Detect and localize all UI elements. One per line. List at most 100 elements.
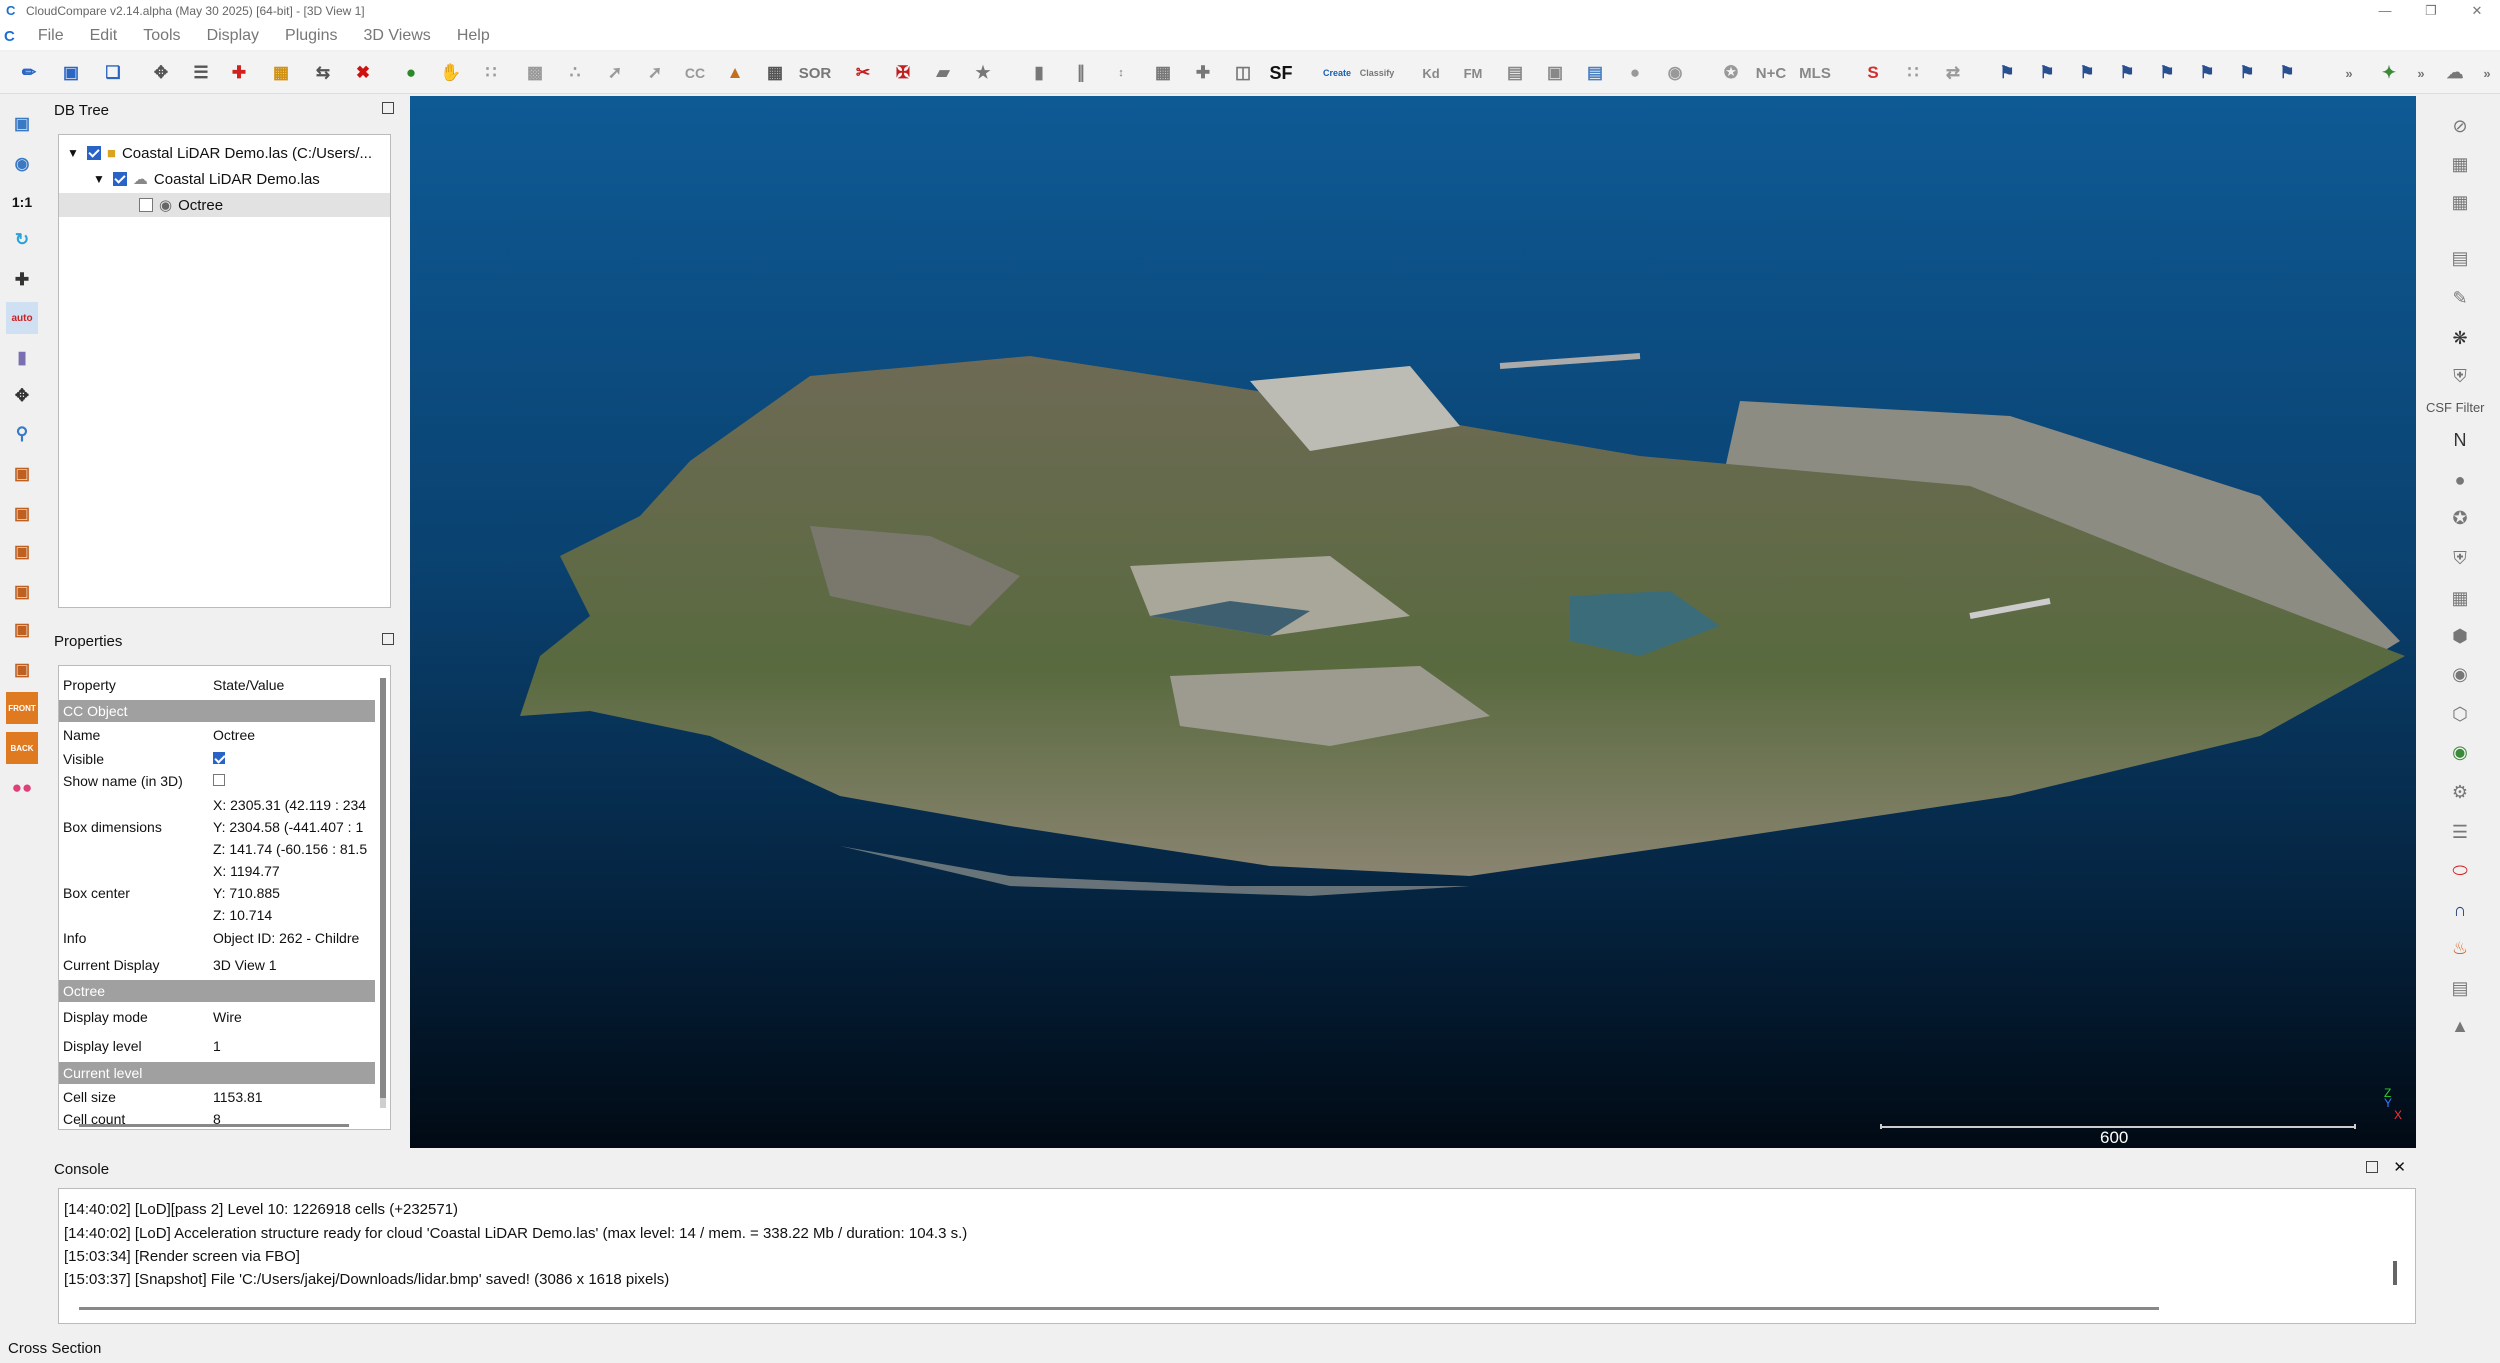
scissors-icon[interactable]: ✂ [848,58,878,88]
top-view-icon[interactable]: ▣ [6,458,38,490]
trees-icon[interactable]: ▲ [2444,1010,2476,1042]
python-icon-1[interactable]: ⚑ [1992,58,2022,88]
fm-button[interactable]: FM [1458,58,1488,88]
crosshair-icon[interactable]: ✠ [888,58,918,88]
close-window-button[interactable]: ✕ [2454,0,2500,22]
save-all-icon[interactable]: ❏ [98,58,128,88]
fill-icon[interactable]: ▲ [720,58,750,88]
tree-item-cloud[interactable]: ▼ ☁ Coastal LiDAR Demo.las [93,167,320,191]
prop-value[interactable]: Octree [213,727,375,743]
ruler-icon[interactable]: ▤ [2444,972,2476,1004]
menu-display[interactable]: Display [194,27,272,45]
minmax-icon[interactable]: ↕ [1106,58,1136,88]
shield-2-icon[interactable]: ⛨ [2444,542,2476,574]
magnet-icon[interactable]: ∩ [2444,894,2476,926]
console-hscroll[interactable] [79,1307,2159,1310]
rgb-icon[interactable]: ▦ [266,58,296,88]
visible-checkbox[interactable] [213,752,225,764]
left-view-icon[interactable]: ▣ [6,536,38,568]
compass-icon[interactable]: ❋ [2444,322,2476,354]
sf-button[interactable]: SF [1266,58,1296,88]
bottom-view-icon[interactable]: ▣ [6,614,38,646]
filter-icon[interactable]: ∥ [1066,58,1096,88]
add-sf-icon[interactable]: ✚ [1188,58,1218,88]
kd-button[interactable]: Kd [1416,58,1446,88]
ortho-icon[interactable]: ▮ [6,342,38,374]
toolbar-overflow-icon[interactable]: » [2334,58,2364,88]
subsample-icon[interactable]: ▩ [520,58,550,88]
iso-view-icon[interactable]: ▣ [6,654,38,686]
screen-display-icon[interactable]: ▣ [6,108,38,140]
properties-vscroll[interactable] [380,678,386,1108]
python-icon-7[interactable]: ⚑ [2232,58,2262,88]
cloud-layers-icon[interactable]: ☁ [2440,58,2470,88]
screen-icon[interactable]: ▣ [1540,58,1570,88]
collapse-arrow-icon[interactable]: ▼ [93,172,105,186]
toolbar-overflow-2-icon[interactable]: » [2406,58,2436,88]
table-icon[interactable]: ▦ [1148,58,1178,88]
close-console-icon[interactable]: ✕ [2393,1158,2406,1176]
mls-button[interactable]: MLS [1799,58,1831,88]
layers-icon[interactable]: ☰ [2444,816,2476,848]
python-icon-2[interactable]: ⚑ [2032,58,2062,88]
gear-icon[interactable]: ⚙ [2444,776,2476,808]
plane-icon[interactable]: ▰ [928,58,958,88]
python-icon-8[interactable]: ⚑ [2272,58,2302,88]
hexagon-icon[interactable]: ⬢ [2444,620,2476,652]
segment-icon[interactable]: ✚ [224,58,254,88]
export-icon[interactable]: ▤ [1500,58,1530,88]
tree-checkbox-root[interactable] [86,146,101,160]
plugin-icon[interactable]: ✦ [2374,58,2404,88]
noise-icon[interactable]: ∴ [560,58,590,88]
front-iso-button[interactable]: FRONT [6,692,38,724]
north-button[interactable]: N [2444,424,2476,456]
pcv-icon[interactable]: ▦ [2444,582,2476,614]
auto-pivot-button[interactable]: auto [6,302,38,334]
m3c2-icon[interactable]: ✪ [2444,502,2476,534]
dem-icon[interactable]: ▦ [2444,148,2476,180]
menu-file[interactable]: File [25,27,77,45]
ransac-icon[interactable]: ◉ [2444,658,2476,690]
csv-icon[interactable]: ▤ [1580,58,1610,88]
remove-sf-icon[interactable]: ◫ [1228,58,1258,88]
delete-icon[interactable]: ✖ [348,58,378,88]
undock-icon[interactable] [382,102,394,114]
menu-3d-views[interactable]: 3D Views [351,27,444,45]
minimize-button[interactable]: — [2362,0,2408,22]
list-icon[interactable]: ☰ [186,58,216,88]
transfer-icon[interactable]: ⇄ [1938,58,1968,88]
canupo-classify-button[interactable]: Classify [1360,58,1395,88]
collapse-arrow-icon[interactable]: ▼ [67,146,79,160]
zoom-ratio-button[interactable]: 1:1 [6,186,38,218]
tree-checkbox-octree[interactable] [139,198,153,212]
distance-icon[interactable]: ➚ [600,58,630,88]
sample-icon[interactable]: ∷ [476,58,506,88]
sphere-icon[interactable]: ◉ [1660,58,1690,88]
csf-box-icon[interactable]: ▦ [2444,186,2476,218]
python-icon-5[interactable]: ⚑ [2152,58,2182,88]
menu-tools[interactable]: Tools [130,27,193,45]
tree-item-octree[interactable]: ◉ Octree [59,193,390,217]
registration-icon[interactable]: ● [396,58,426,88]
stereo-icon[interactable]: ●● [6,772,38,804]
clapper-icon[interactable]: ▤ [2444,242,2476,274]
tree-checkbox-cloud[interactable] [112,172,127,186]
canupo-create-button[interactable]: Create [1322,58,1352,88]
hand-icon[interactable]: ✋ [436,58,466,88]
python-icon-6[interactable]: ⚑ [2192,58,2222,88]
ball-icon[interactable]: ● [1620,58,1650,88]
shield-icon[interactable]: ⛨ [2444,360,2476,392]
tree-item-root[interactable]: ▼ ■ Coastal LiDAR Demo.las (C:/Users/... [67,141,372,165]
python-icon-3[interactable]: ⚑ [2072,58,2102,88]
undock-icon[interactable] [2366,1161,2378,1173]
menu-edit[interactable]: Edit [77,27,131,45]
translate-rotate-icon[interactable]: ✥ [146,58,176,88]
puzzle-icon[interactable]: ✪ [1716,58,1746,88]
move-icon[interactable]: ✥ [6,380,38,412]
prop-value[interactable]: 3D View 1 [213,957,375,973]
hpr-icon[interactable]: ● [2444,464,2476,496]
brush-icon[interactable]: ✎ [2444,282,2476,314]
c2m-icon[interactable]: ➚ [640,58,670,88]
save-icon[interactable]: ▣ [56,58,86,88]
right-view-icon[interactable]: ▣ [6,576,38,608]
